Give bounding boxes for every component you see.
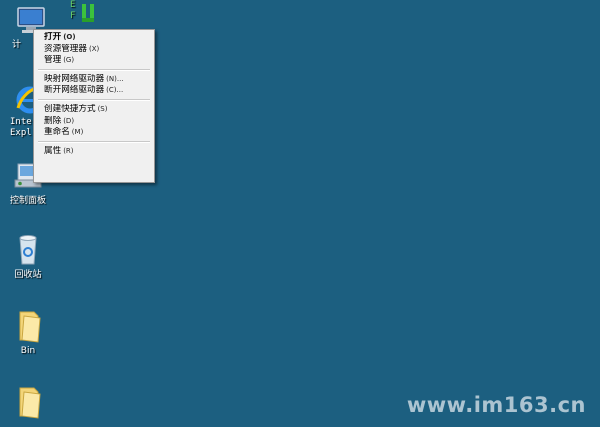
top-icon-text: E F: [70, 0, 76, 21]
green-tool-icon: [82, 4, 94, 22]
menu-item-explorer[interactable]: 资源管理器 (X): [36, 44, 152, 56]
bin-folder-label: Bin: [20, 346, 36, 356]
ie-label-line2: Expl: [10, 128, 32, 138]
menu-item-manage[interactable]: 管理 (G): [36, 55, 152, 67]
recycle-bin-label: 回收站: [14, 270, 42, 280]
control-panel-label: 控制面板: [9, 196, 46, 206]
ie-label-line1: Inte: [10, 117, 32, 127]
desktop-icon-bin-folder[interactable]: Bin: [0, 308, 56, 357]
context-menu: 打开 (O) 资源管理器 (X) 管理 (G) 映射网络驱动器 (N)... 断开网络驱…: [33, 29, 155, 183]
menu-separator: [38, 140, 150, 143]
menu-item-delete[interactable]: 删除 (D): [36, 116, 152, 128]
computer-label-partial: 计: [12, 40, 22, 50]
menu-item-rename[interactable]: 重命名 (M): [36, 127, 152, 139]
recycle-bin-icon: [10, 232, 46, 268]
menu-item-disconnect-network-drive[interactable]: 断开网络驱动器 (C)...: [36, 85, 152, 97]
desktop-icon-recycle-bin[interactable]: 回收站: [0, 232, 56, 281]
menu-separator: [38, 98, 150, 101]
menu-item-open[interactable]: 打开 (O): [36, 32, 152, 44]
folder-icon: [10, 384, 46, 420]
menu-item-map-network-drive[interactable]: 映射网络驱动器 (N)...: [36, 74, 152, 86]
desktop-icon-top-partial[interactable]: E F: [70, 0, 106, 28]
menu-separator: [38, 68, 150, 71]
menu-item-create-shortcut[interactable]: 创建快捷方式 (S): [36, 104, 152, 116]
menu-item-properties[interactable]: 属性 (R): [36, 146, 152, 158]
folder-icon: [10, 308, 46, 344]
desktop-icon-folder-2[interactable]: [0, 384, 56, 420]
watermark: www.im163.cn: [406, 393, 586, 417]
